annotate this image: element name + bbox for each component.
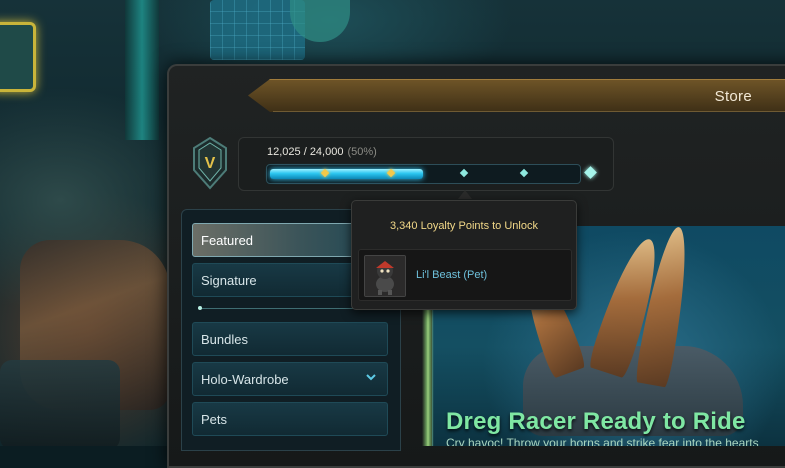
loyalty-progress-fill (270, 169, 423, 179)
loyalty-percent: (50%) (347, 146, 377, 158)
nav-divider-dot (198, 306, 202, 310)
world-mech-leg (0, 360, 120, 446)
loyalty-reward-tooltip: 3,340 Loyalty Points to Unlock Li'l Beas… (351, 200, 577, 310)
nav-item-label: Holo-Wardrobe (201, 372, 289, 387)
reward-entry[interactable]: Li'l Beast (Pet) (358, 249, 572, 301)
nav-item-label: Pets (201, 412, 228, 427)
chevron-down-icon[interactable] (365, 371, 377, 386)
loyalty-tier-badge[interactable]: V (190, 136, 230, 190)
title-underline (273, 111, 785, 112)
nav-item-pets[interactable]: Pets (192, 402, 388, 436)
world-console (0, 22, 36, 92)
glow-divider (422, 300, 434, 446)
banner-title: Dreg Racer Ready to Ride (446, 408, 746, 435)
nav-item-holo-wardrobe[interactable]: Holo-Wardrobe (192, 362, 388, 396)
store-title-bar[interactable]: Store (248, 79, 785, 112)
loyalty-progress-bar[interactable] (266, 164, 581, 184)
loyalty-points: 12,025 / 24,000 (267, 146, 344, 158)
tooltip-heading: 3,340 Loyalty Points to Unlock (390, 220, 538, 232)
store-title: Store (714, 88, 752, 105)
milestone-marker[interactable] (519, 168, 529, 178)
nav-item-bundles[interactable]: Bundles (192, 322, 388, 356)
pet-thumbnail (364, 255, 406, 297)
milestone-marker[interactable] (459, 168, 469, 178)
nav-item-label: Featured (201, 233, 254, 248)
nav-item-label: Bundles (201, 332, 248, 347)
banner-subtitle: Cry havoc! Throw your horns and strike f… (446, 436, 759, 446)
loyalty-progress-label: 12,025 / 24,000 (50%) (267, 146, 377, 158)
nav-item-label: Signature (201, 273, 257, 288)
world-pipe (125, 0, 159, 140)
tier-letter: V (205, 155, 216, 172)
tooltip-caret (458, 190, 472, 199)
reward-name: Li'l Beast (Pet) (416, 269, 488, 281)
